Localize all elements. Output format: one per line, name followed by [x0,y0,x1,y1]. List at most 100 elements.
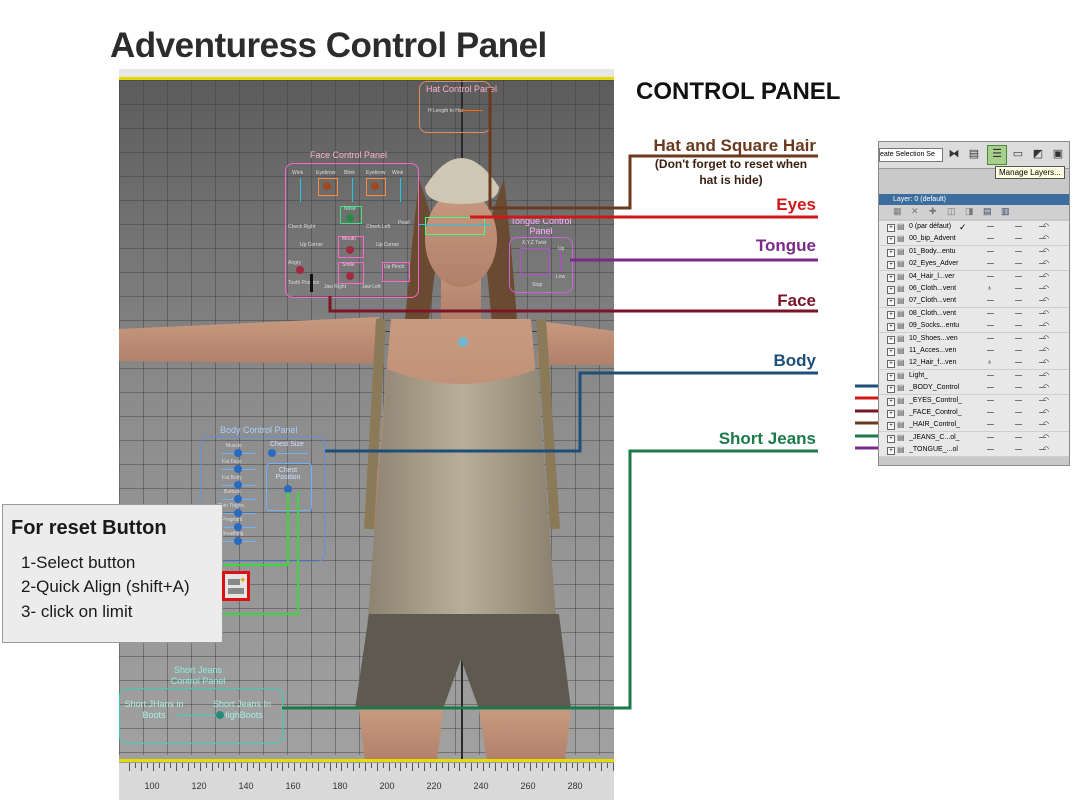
layer-toggle-icon[interactable]: — [987,345,994,357]
quick-align-icon[interactable]: ✦ [222,571,250,601]
expand-icon[interactable]: + [887,360,895,369]
render-teapot-icon[interactable]: ◠ [1043,419,1049,431]
layer-toggle-icon[interactable]: — [1015,233,1022,245]
render-teapot-icon[interactable]: ◠ [1043,395,1049,407]
layer-row[interactable]: + ▤ 0 (par défaut) ✓ — — — ◠ [879,221,1069,234]
layer-toggle-icon[interactable]: — [1015,444,1022,456]
expand-icon[interactable]: + [887,434,895,443]
layer-row[interactable]: + ▤ 02_Eyes_Adver — — — ◠ [879,258,1069,272]
layer-row[interactable]: + ▤ _FACE_Control_ — — — ◠ [879,407,1069,420]
layer-toggle-icon[interactable]: — [987,395,994,407]
layer-toggle-icon[interactable]: — [1015,271,1022,283]
expand-icon[interactable]: + [887,261,895,270]
layer-toggle-icon[interactable]: — [1015,395,1022,407]
layer-row[interactable]: + ▤ _TONGUE_...ol — — — ◠ [879,444,1069,458]
layer-toggle-icon[interactable]: — [987,308,994,320]
layer-row[interactable]: + ▤ 10_Shoes...ven — — — ◠ [879,332,1069,346]
expand-icon[interactable]: + [887,335,895,344]
layer-row[interactable]: + ▤ 01_Body...entu — — — ◠ [879,245,1069,259]
layer-row[interactable]: + ▤ 00_bip_Advent — — — ◠ [879,233,1069,247]
render-teapot-icon[interactable]: ◠ [1043,320,1049,332]
render-teapot-icon[interactable]: ◠ [1043,370,1049,382]
render-teapot-icon[interactable]: ◠ [1043,271,1049,283]
layer-row[interactable]: + ▤ _EYES_Control_ — — — ◠ [879,394,1069,408]
layer-toggle-icon[interactable]: — [1015,333,1022,345]
freeze-all-icon[interactable]: ▥ [1001,206,1010,217]
layer-toggle-icon[interactable]: — [987,295,994,307]
schematic-icon[interactable]: ◩ [1029,146,1047,162]
render-teapot-icon[interactable]: ◠ [1043,357,1049,369]
render-teapot-icon[interactable]: ◠ [1043,432,1049,444]
expand-icon[interactable]: + [887,422,895,431]
layer-toggle-icon[interactable]: — [987,233,994,245]
select-layer-icon[interactable]: ◫ [947,206,956,217]
layer-row[interactable]: + ▤ _BODY_Control — — — ◠ [879,382,1069,396]
expand-icon[interactable]: + [887,310,895,319]
expand-icon[interactable]: + [887,224,895,232]
layer-toggle-icon[interactable]: — [987,333,994,345]
layer-row[interactable]: + ▤ _JEANS_C...ol_ — — — ◠ [879,431,1069,445]
render-teapot-icon[interactable]: ◠ [1043,233,1049,245]
light-bulb-icon[interactable]: ♁ [987,357,992,369]
layer-toggle-icon[interactable]: — [1015,308,1022,320]
layer-toggle-icon[interactable]: — [1015,432,1022,444]
expand-icon[interactable]: + [887,323,895,332]
hide-all-icon[interactable]: ▤ [983,206,992,217]
layer-manager-panel[interactable]: eate Selection Se ⧓ ▤ ☰ ▭ ◩ ▣ Manage Lay… [878,141,1070,466]
material-editor-icon[interactable]: ▣ [1049,146,1067,162]
layer-toggle-icon[interactable]: — [987,382,994,394]
layer-row[interactable]: + ▤ 09_Socks...entu — — — ◠ [879,320,1069,334]
expand-icon[interactable]: + [887,397,895,406]
layer-toggle-icon[interactable]: — [1015,246,1022,258]
render-teapot-icon[interactable]: ◠ [1043,333,1049,345]
layer-toggle-icon[interactable]: — [987,444,994,456]
expand-icon[interactable]: + [887,348,895,356]
layer-toggle-icon[interactable]: — [1015,295,1022,307]
layer-toggle-icon[interactable]: — [1015,320,1022,332]
expand-icon[interactable]: + [887,447,895,456]
layer-toggle-icon[interactable]: — [987,370,994,382]
layer-row[interactable]: + ▤ Light_ — — — ◠ [879,369,1069,383]
layer-toggle-icon[interactable]: — [1015,258,1022,270]
layer-toggle-icon[interactable]: — [987,246,994,258]
layer-row[interactable]: + ▤ 07_Cloth...vent — — — ◠ [879,295,1069,309]
render-teapot-icon[interactable]: ◠ [1043,407,1049,419]
expand-icon[interactable]: + [887,385,895,394]
render-teapot-icon[interactable]: ◠ [1043,295,1049,307]
current-layer-checkmark[interactable]: ✓ [959,221,967,233]
layer-row[interactable]: + ▤ 12_Hair_f...ven ♁ — — ◠ [879,357,1069,371]
layer-toggle-icon[interactable]: — [987,221,994,233]
render-teapot-icon[interactable]: ◠ [1043,221,1049,233]
light-bulb-icon[interactable]: ♁ [987,283,992,295]
layer-toggle-icon[interactable]: — [1015,407,1022,419]
render-teapot-icon[interactable]: ◠ [1043,283,1049,295]
layer-toggle-icon[interactable]: — [1015,283,1022,295]
layer-toggle-icon[interactable]: — [987,407,994,419]
layer-toggle-icon[interactable]: — [987,419,994,431]
mirror-icon[interactable]: ⧓ [945,146,963,162]
add-layer-icon[interactable]: ▦ [893,206,902,217]
expand-icon[interactable]: + [887,372,895,381]
render-teapot-icon[interactable]: ◠ [1043,382,1049,394]
expand-icon[interactable]: + [887,410,895,418]
layer-toggle-icon[interactable]: — [1015,370,1022,382]
expand-icon[interactable]: + [887,236,895,245]
layer-toggle-icon[interactable]: — [987,320,994,332]
align-icon[interactable]: ▤ [965,146,983,162]
expand-icon[interactable]: + [887,248,895,257]
selection-set-dropdown[interactable]: eate Selection Se [879,148,943,162]
layer-toggle-icon[interactable]: — [1015,345,1022,357]
expand-icon[interactable]: + [887,286,895,294]
render-teapot-icon[interactable]: ◠ [1043,345,1049,357]
render-teapot-icon[interactable]: ◠ [1043,258,1049,270]
layer-toggle-icon[interactable]: — [987,432,994,444]
layer-row[interactable]: + ▤ 08_Cloth...vent — — — ◠ [879,307,1069,321]
expand-icon[interactable]: + [887,298,895,307]
layer-row[interactable]: + ▤ 04_Hair_l...ver — — — ◠ [879,270,1069,284]
render-teapot-icon[interactable]: ◠ [1043,444,1049,456]
layer-toggle-icon[interactable]: — [1015,382,1022,394]
highlight-icon[interactable]: ◨ [965,206,974,217]
layer-toggle-icon[interactable]: — [1015,419,1022,431]
delete-layer-icon[interactable]: ✕ [911,206,919,217]
layer-toggle-icon[interactable]: — [987,271,994,283]
